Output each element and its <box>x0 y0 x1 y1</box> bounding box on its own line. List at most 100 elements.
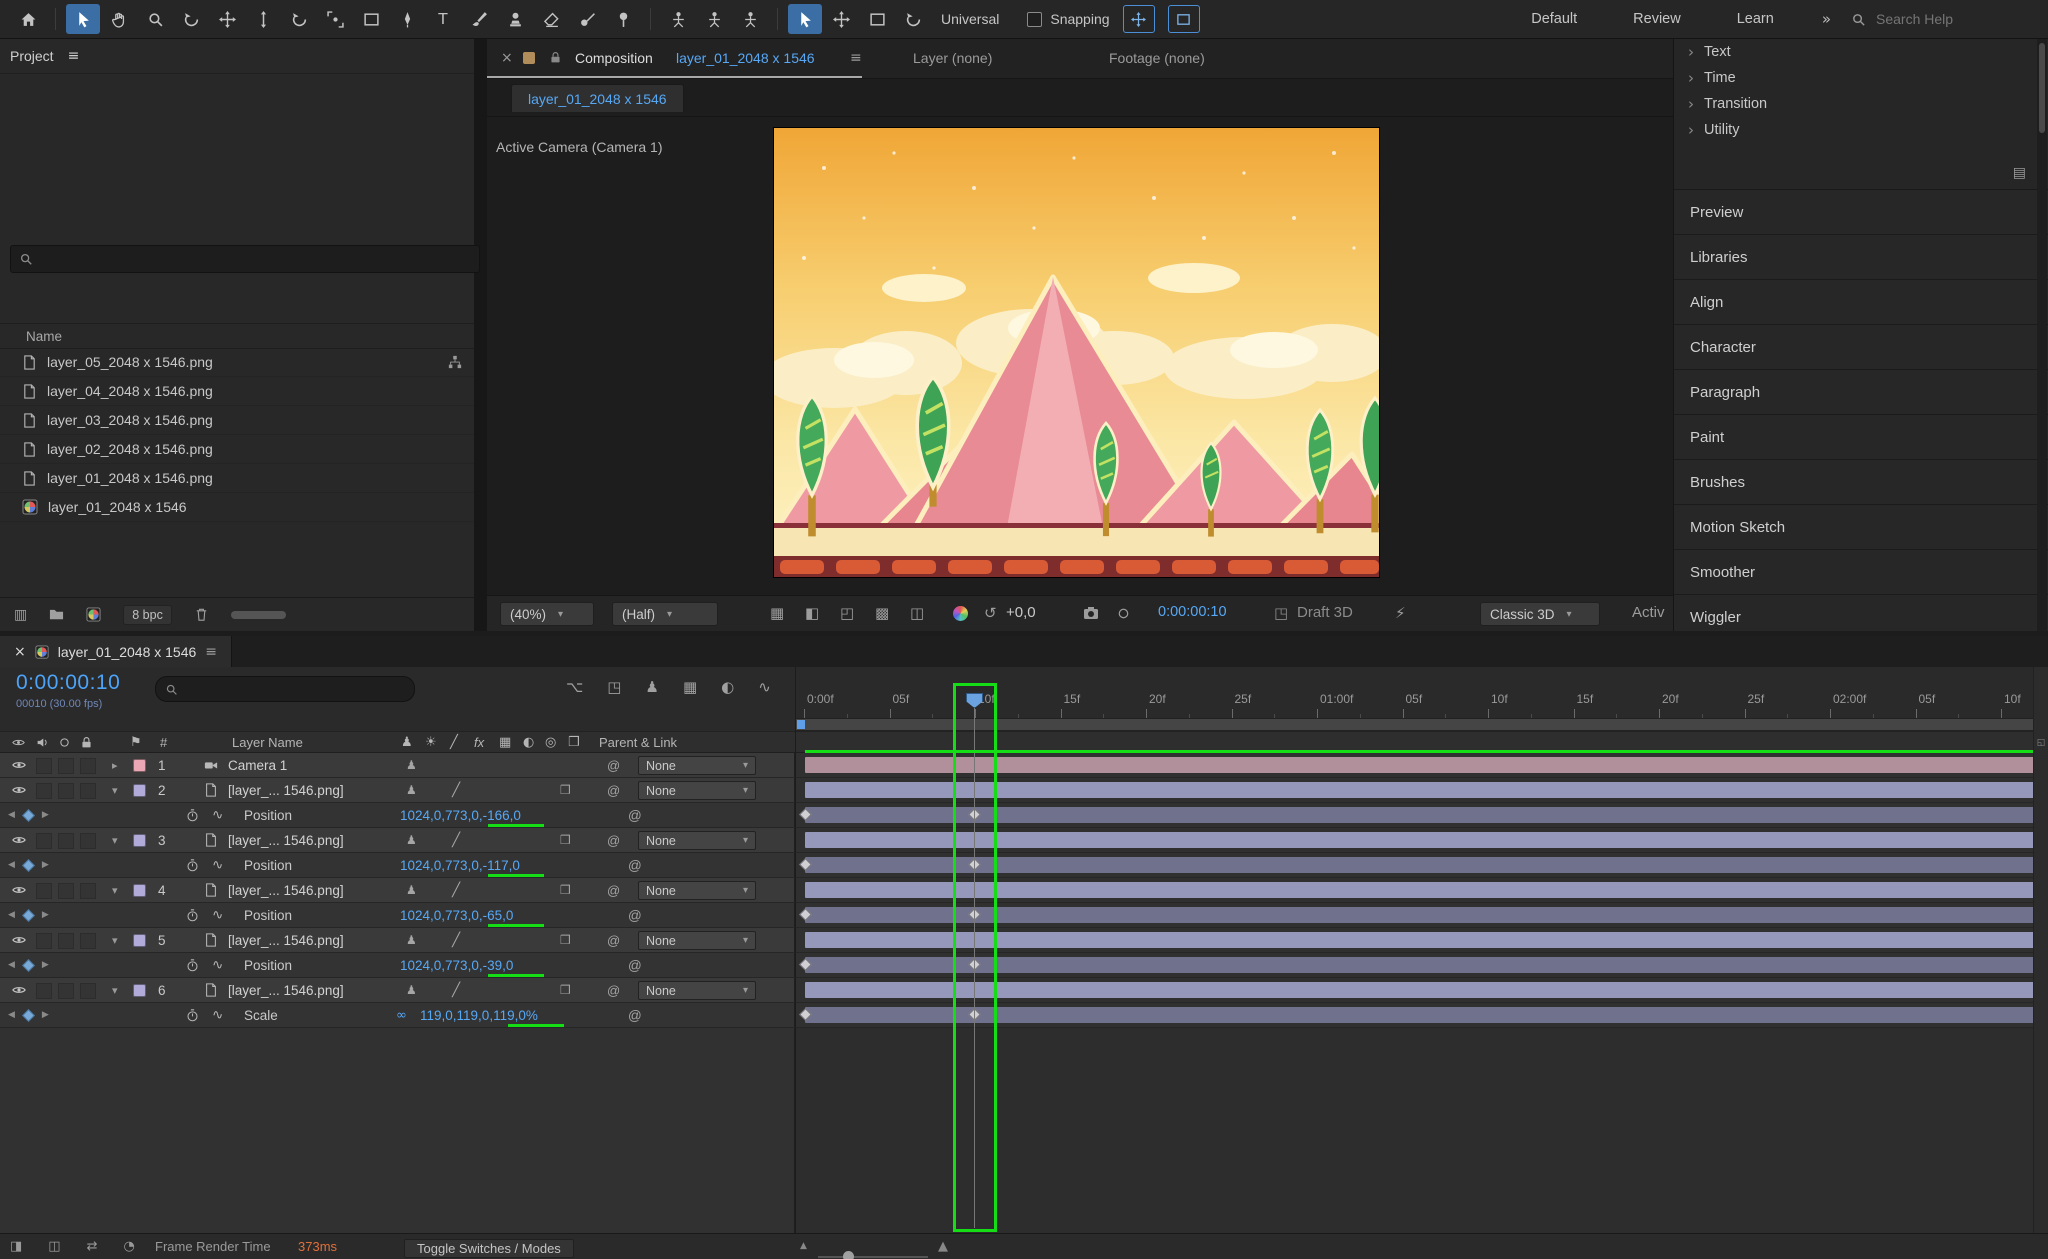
panel-align[interactable]: Align <box>1674 280 2048 325</box>
viewer-content[interactable]: Active Camera (Camera 1) <box>487 117 1673 595</box>
audio-toggle-slot[interactable] <box>36 758 52 774</box>
layer-name[interactable]: [layer_... 1546.png] <box>228 828 344 852</box>
region-of-interest-icon[interactable]: ◰ <box>840 604 854 622</box>
timeline-property-row[interactable]: ◀▶∿Position1024,0,773,0,-166,0@ <box>0 803 2048 828</box>
hide-shy-toggle[interactable]: ♟ <box>645 678 658 696</box>
panel-paint[interactable]: Paint <box>1674 415 2048 460</box>
shy-switch[interactable]: ♟ <box>406 878 417 902</box>
motion-blur-toggle[interactable]: ◐ <box>721 678 734 696</box>
3d-column-icon[interactable]: ❒ <box>568 732 580 752</box>
workspace-overflow-button[interactable]: » <box>1822 10 1831 28</box>
parent-dropdown[interactable]: None▾ <box>638 881 756 900</box>
mask-visibility-icon[interactable]: ◧ <box>805 604 819 622</box>
transparency-grid-icon[interactable]: ▩ <box>875 604 889 622</box>
axis-world-button[interactable] <box>697 4 731 34</box>
layer-expander[interactable]: ▾ <box>112 778 118 802</box>
parent-pickwhip-icon[interactable]: @ <box>607 753 620 777</box>
panel-divider[interactable] <box>474 39 487 631</box>
brush-tool[interactable] <box>462 4 496 34</box>
3d-layer-switch[interactable]: ❒ <box>560 878 571 902</box>
toggle-switches-pane-icon[interactable]: ◨ <box>10 1239 22 1254</box>
property-pickwhip-icon[interactable]: @ <box>628 903 642 927</box>
lock-toggle-slot[interactable] <box>80 783 96 799</box>
property-name[interactable]: Scale <box>244 1003 278 1027</box>
layer-visibility-toggle[interactable] <box>12 828 26 852</box>
toggle-inout-pane-icon[interactable]: ⇄ <box>87 1239 98 1254</box>
link-dimensions-icon[interactable]: ∞ <box>396 1003 407 1027</box>
layer-visibility-toggle[interactable] <box>12 978 26 1002</box>
3d-layer-switch[interactable]: ❒ <box>560 828 571 852</box>
solo-toggle-slot[interactable] <box>58 883 74 899</box>
property-pickwhip-icon[interactable]: @ <box>628 1003 642 1027</box>
parent-dropdown[interactable]: None▾ <box>638 831 756 850</box>
property-name[interactable]: Position <box>244 903 292 927</box>
timeline-search-input[interactable] <box>184 681 405 698</box>
pen-tool[interactable] <box>390 4 424 34</box>
help-search[interactable] <box>1851 10 2028 28</box>
gizmo-position-button[interactable] <box>824 4 858 34</box>
panel-menu-icon[interactable]: ≡ <box>205 644 217 660</box>
previous-keyframe-icon[interactable]: ◀ <box>8 860 15 870</box>
shy-switch[interactable]: ♟ <box>406 828 417 852</box>
next-keyframe-icon[interactable]: ▶ <box>42 960 49 970</box>
pan-behind-anchor-tool[interactable] <box>318 4 352 34</box>
shy-switch[interactable]: ♟ <box>406 753 417 777</box>
property-pickwhip-icon[interactable]: @ <box>628 953 642 977</box>
solo-toggle-slot[interactable] <box>58 933 74 949</box>
snapping-checkbox[interactable] <box>1027 12 1042 27</box>
graph-icon[interactable]: ∿ <box>212 903 223 927</box>
keyframe-navigator[interactable]: ◀▶ <box>8 853 49 877</box>
fast-previews-icon[interactable]: ⚡ <box>1395 604 1406 622</box>
help-search-input[interactable] <box>1874 10 2028 28</box>
keyframe-at-time-icon[interactable] <box>22 1009 35 1022</box>
project-item[interactable]: layer_04_2048 x 1546.png <box>0 377 474 406</box>
snapshot-camera-icon[interactable] <box>1083 604 1099 621</box>
stopwatch-icon[interactable] <box>186 853 199 877</box>
label-color-swatch[interactable] <box>133 784 146 797</box>
keyframe-at-time-icon[interactable] <box>22 959 35 972</box>
magnification-dropdown[interactable]: (40%)▾ <box>500 602 594 626</box>
previous-keyframe-icon[interactable]: ◀ <box>8 910 15 920</box>
keyframe-at-time-icon[interactable] <box>22 909 35 922</box>
panel-collapsed-text[interactable]: ›Text <box>1674 39 2048 65</box>
audio-toggle-slot[interactable] <box>36 933 52 949</box>
parent-link-column-header[interactable]: Parent & Link <box>599 732 677 752</box>
tab-footage[interactable]: Footage (none) <box>1109 39 1205 76</box>
clone-stamp-tool[interactable] <box>498 4 532 34</box>
property-value[interactable]: 1024,0,773,0,-39,0 <box>400 953 513 977</box>
home-tool[interactable] <box>11 4 45 34</box>
close-icon[interactable]: × <box>14 644 26 660</box>
project-item[interactable]: layer_05_2048 x 1546.png <box>0 348 474 377</box>
stopwatch-icon[interactable] <box>186 1003 199 1027</box>
label-color-swatch[interactable] <box>133 834 146 847</box>
layer-expander[interactable]: ▾ <box>112 878 118 902</box>
property-value[interactable]: 1024,0,773,0,-117,0 <box>400 853 520 877</box>
lock-toggle-slot[interactable] <box>80 883 96 899</box>
layer-visibility-toggle[interactable] <box>12 878 26 902</box>
project-item[interactable]: layer_03_2048 x 1546.png <box>0 406 474 435</box>
work-area-in-marker[interactable] <box>797 720 805 729</box>
graph-icon[interactable]: ∿ <box>212 1003 223 1027</box>
tab-composition[interactable]: Composition <box>575 39 653 76</box>
selection-tool[interactable] <box>66 4 100 34</box>
parent-pickwhip-icon[interactable]: @ <box>607 778 620 802</box>
panel-paragraph[interactable]: Paragraph <box>1674 370 2048 415</box>
rectangle-tool[interactable] <box>354 4 388 34</box>
exposure-value[interactable]: +0,0 <box>1006 604 1036 621</box>
panel-motion-sketch[interactable]: Motion Sketch <box>1674 505 2048 550</box>
layer-expander[interactable]: ▾ <box>112 928 118 952</box>
project-search[interactable] <box>10 245 480 273</box>
gizmo-selection-button[interactable] <box>788 4 822 34</box>
draft-3d-icon[interactable]: ◳ <box>1274 604 1288 622</box>
type-tool[interactable]: T <box>426 4 460 34</box>
audio-toggle-slot[interactable] <box>36 833 52 849</box>
frame-blend-toggle[interactable]: ▦ <box>683 678 697 696</box>
property-name[interactable]: Position <box>244 803 292 827</box>
graph-icon[interactable]: ∿ <box>212 853 223 877</box>
dolly-camera-tool[interactable] <box>246 4 280 34</box>
graph-editor-toggle[interactable]: ∿ <box>758 678 771 696</box>
lock-toggle-slot[interactable] <box>80 983 96 999</box>
parent-dropdown[interactable]: None▾ <box>638 981 756 1000</box>
fx-column-icon[interactable]: fx <box>474 732 484 752</box>
timeline-layer-row[interactable]: ▾4[layer_... 1546.png]♟╱❒@None▾ <box>0 878 2048 903</box>
